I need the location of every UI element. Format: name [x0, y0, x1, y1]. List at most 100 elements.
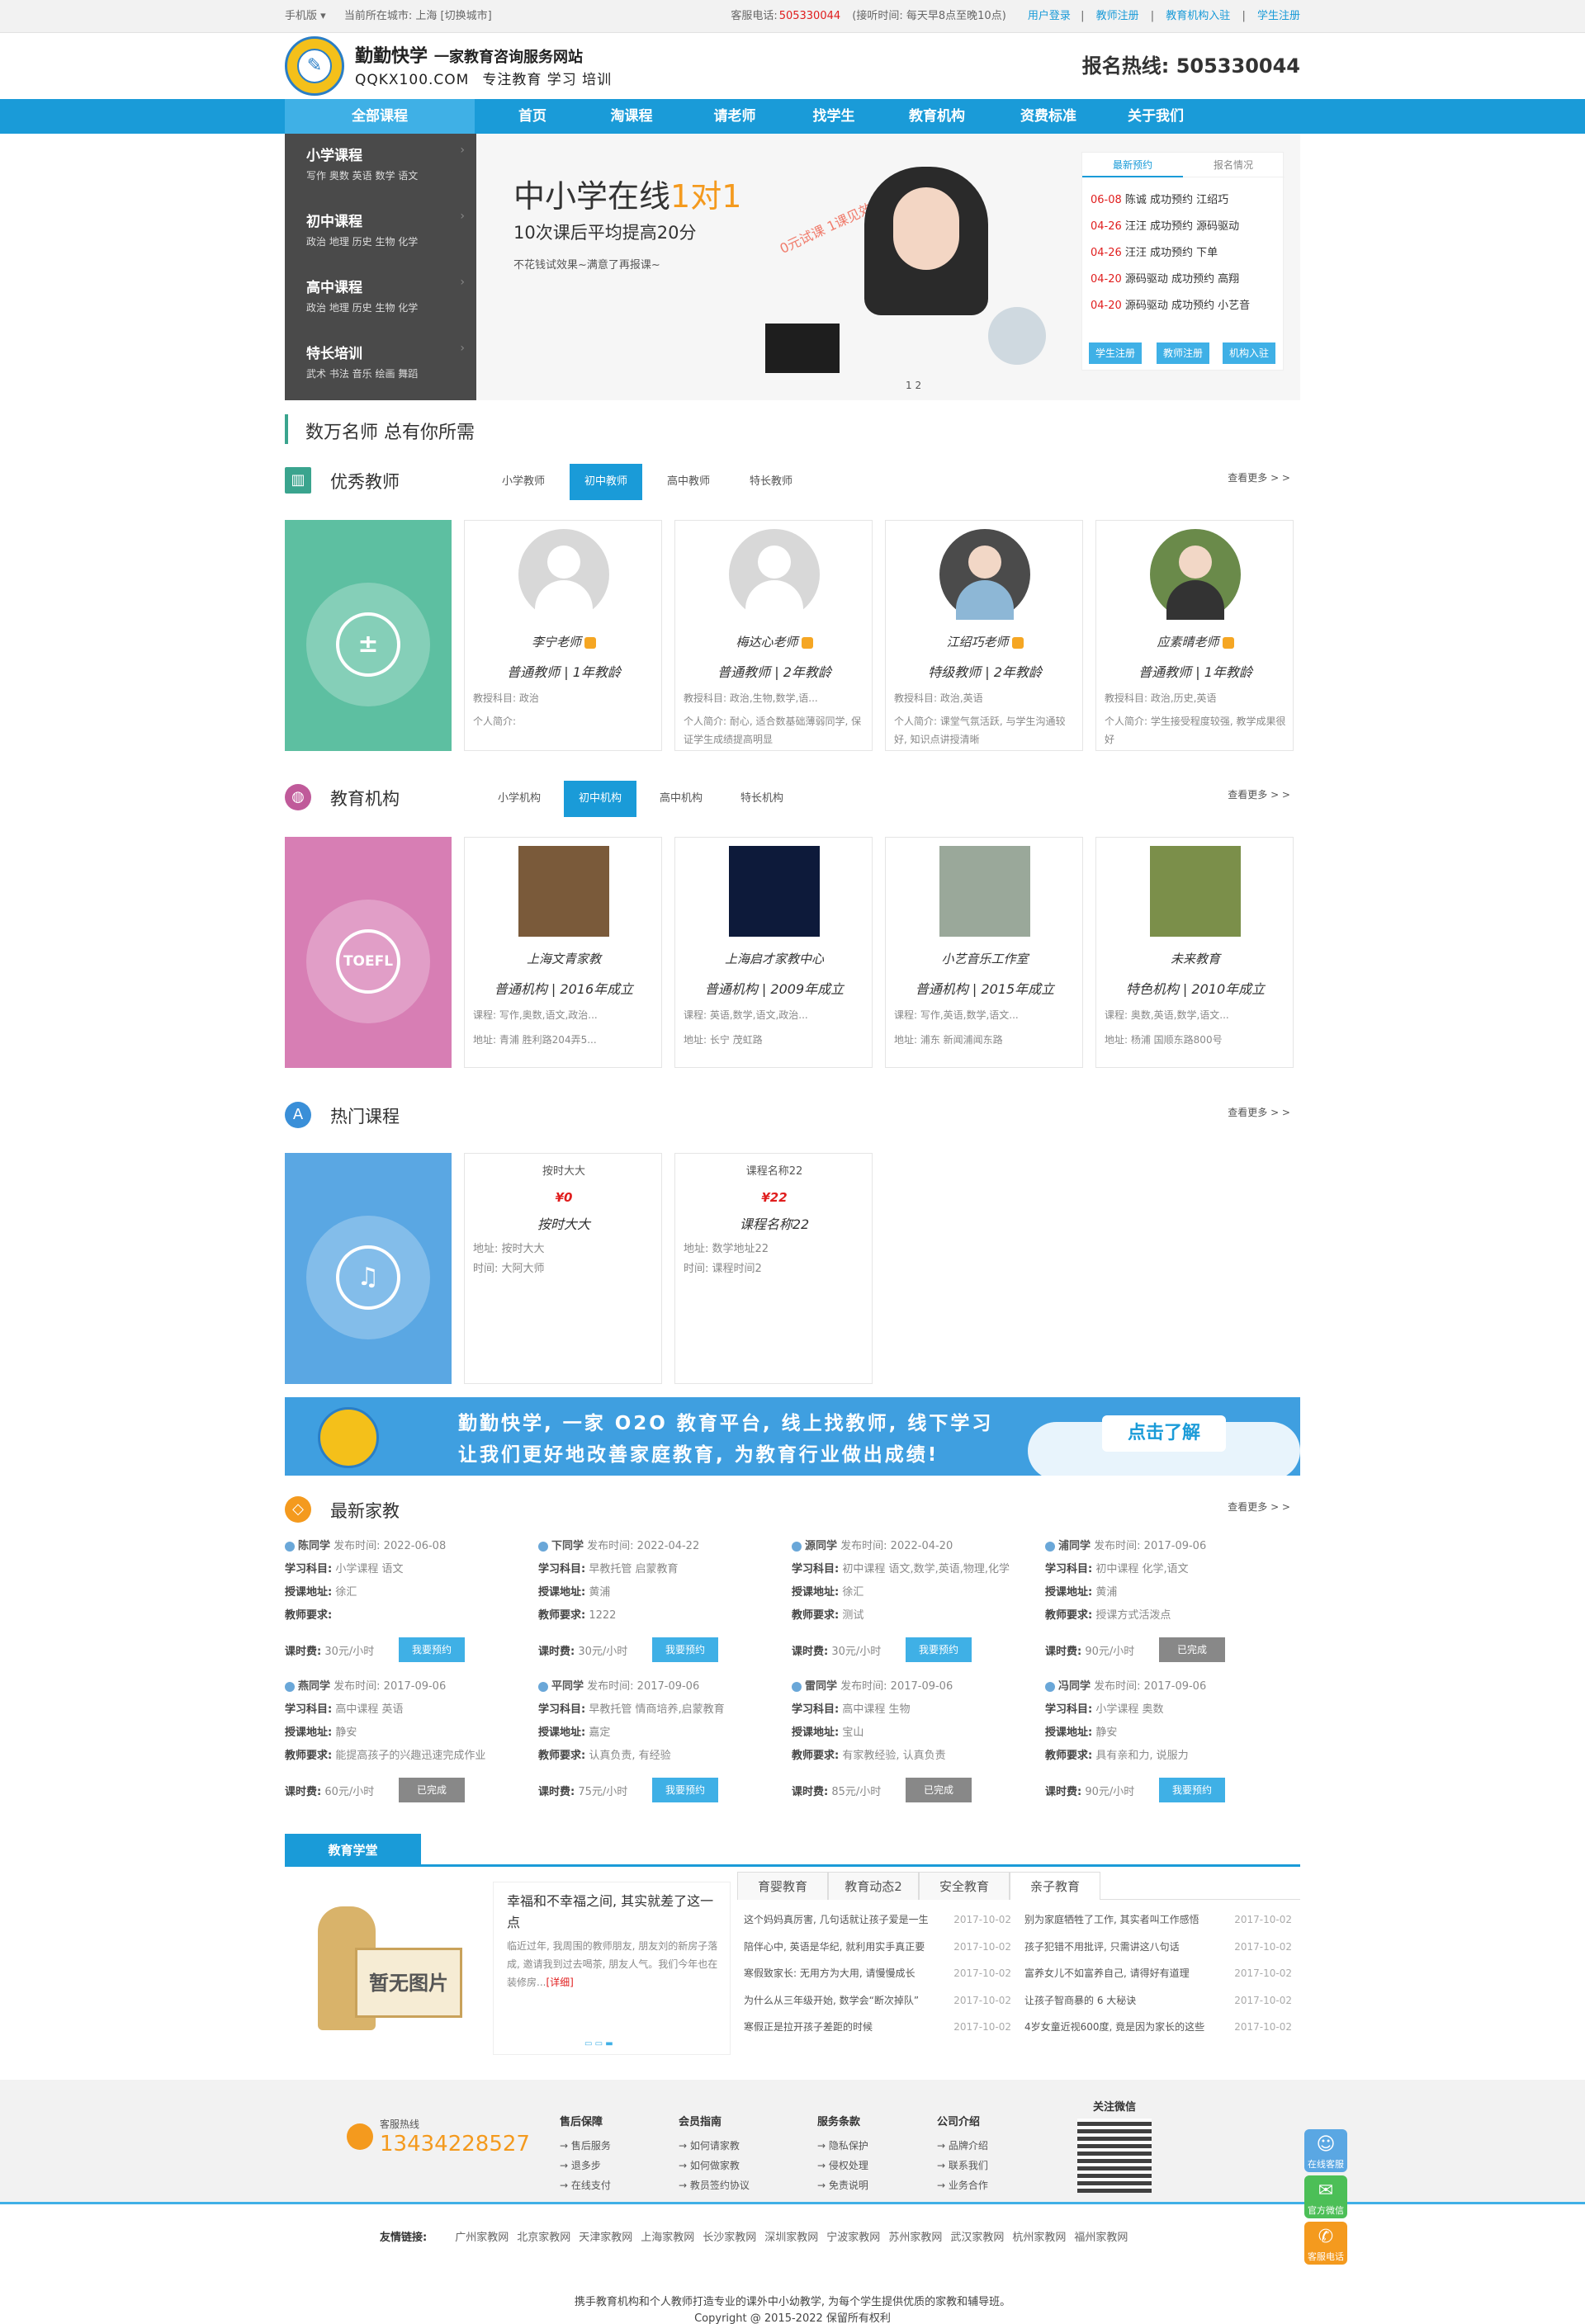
org-card[interactable]: 未来教育 特色机构 | 2010年成立 课程: 奥数,英语,数学,语文... 地…	[1095, 837, 1294, 1068]
org-card[interactable]: 上海文青家教 普通机构 | 2016年成立 课程: 写作,奥数,语文,政治...…	[464, 837, 662, 1068]
article-link[interactable]: 富养女儿不如富养自己, 请得好有道理	[1024, 1967, 1190, 1979]
learn-more-button[interactable]: 点击了解	[1102, 1415, 1226, 1452]
tab-primary-orgs[interactable]: 小学机构	[483, 781, 556, 817]
book-button[interactable]: 我要预约	[399, 1637, 465, 1662]
nav-about[interactable]: 关于我们	[1102, 99, 1209, 134]
student-register-link[interactable]: 学生注册	[1257, 10, 1300, 22]
carousel-dots[interactable]: ▭ ▭ ▬	[584, 2039, 613, 2048]
switch-city-link[interactable]: [切换城市]	[441, 10, 492, 22]
friend-link[interactable]: 长沙家教网	[703, 2232, 756, 2244]
tab-junior-teachers[interactable]: 初中教师	[570, 464, 643, 500]
teacher-card[interactable]: 江绍巧老师 特级教师 | 2年教龄 教授科目: 政治,英语 个人简介: 课堂气氛…	[885, 520, 1083, 751]
article-title[interactable]: 幸福和不幸福之间, 其实就差了这一点	[507, 1891, 722, 1934]
category-subjects[interactable]: 政治 地理 历史 生物 化学	[306, 234, 418, 248]
friend-link[interactable]: 杭州家教网	[1012, 2232, 1066, 2244]
friend-link[interactable]: 上海家教网	[641, 2232, 694, 2244]
article-more-link[interactable]: [详细]	[546, 1977, 573, 1988]
category-primary[interactable]: 小学课程 写作 奥数 英语 数学 语文 ›	[285, 134, 476, 200]
article-item[interactable]: 这个妈妈真厉害, 几句话就让孩子爱是一生 2017-10-02	[744, 1906, 1016, 1934]
footer-link[interactable]: → 品牌介绍	[937, 2136, 988, 2156]
book-button[interactable]: 我要预约	[652, 1778, 718, 1802]
article-item[interactable]: 寒假致家长: 无用方为大用, 请慢慢成长 2017-10-02	[744, 1960, 1016, 1987]
article-link[interactable]: 为什么从三年级开始, 数学会“断次掉队”	[744, 1995, 919, 2006]
category-subjects[interactable]: 武术 书法 音乐 绘画 舞蹈	[306, 366, 418, 380]
login-link[interactable]: 用户登录	[1028, 10, 1071, 22]
footer-link[interactable]: → 隐私保护	[817, 2136, 868, 2156]
article-item[interactable]: 让孩子智商暴的 6 大秘诀 2017-10-02	[1024, 1987, 1297, 2015]
float-online-service[interactable]: ☺ 在线客服	[1304, 2129, 1347, 2172]
tab-special-teachers[interactable]: 特长教师	[735, 464, 807, 500]
category-junior[interactable]: 初中课程 政治 地理 历史 生物 化学 ›	[285, 200, 476, 266]
org-card[interactable]: 上海启才家教中心 普通机构 | 2009年成立 课程: 英语,数学,语文,政治.…	[674, 837, 873, 1068]
course-card[interactable]: 按时大大 ¥0 按时大大 地址: 按时大大 时间: 大阿大师	[464, 1153, 662, 1384]
friend-link[interactable]: 苏州家教网	[888, 2232, 942, 2244]
category-subjects[interactable]: 写作 奥数 英语 数学 语文	[306, 168, 418, 182]
tab-senior-orgs[interactable]: 高中机构	[645, 781, 717, 817]
tab-latest-bookings[interactable]: 最新预约	[1082, 153, 1183, 177]
nav-find-student[interactable]: 找学生	[788, 99, 879, 134]
orgs-more-link[interactable]: 查看更多 > >	[1228, 787, 1290, 801]
tab-primary-teachers[interactable]: 小学教师	[487, 464, 560, 500]
footer-link[interactable]: → 售后服务	[560, 2136, 611, 2156]
site-logo[interactable]: ✎	[285, 36, 344, 96]
float-wechat[interactable]: ✉ 官方微信	[1304, 2175, 1347, 2218]
article-item[interactable]: 孩子犯错不用批评, 只需讲这八句话 2017-10-02	[1024, 1934, 1297, 1961]
tab-junior-orgs[interactable]: 初中机构	[564, 781, 637, 817]
friend-link[interactable]: 武汉家教网	[950, 2232, 1004, 2244]
article-link[interactable]: 别为家庭牺牲了工作, 其实者叫工作感悟	[1024, 1914, 1199, 1925]
category-senior[interactable]: 高中课程 政治 地理 历史 生物 化学 ›	[285, 266, 476, 332]
org-join-link[interactable]: 教育机构入驻	[1166, 10, 1230, 22]
footer-link[interactable]: → 免责说明	[817, 2175, 868, 2195]
footer-link[interactable]: → 如何请家教	[679, 2136, 750, 2156]
jobs-more-link[interactable]: 查看更多 > >	[1228, 1500, 1290, 1514]
category-subjects[interactable]: 政治 地理 历史 生物 化学	[306, 300, 418, 314]
nav-find-teacher[interactable]: 请老师	[689, 99, 780, 134]
teachers-more-link[interactable]: 查看更多 > >	[1228, 470, 1290, 484]
book-button[interactable]: 我要预约	[906, 1637, 972, 1662]
article-link[interactable]: 这个妈妈真厉害, 几句话就让孩子爱是一生	[744, 1914, 929, 1925]
article-item[interactable]: 别为家庭牺牲了工作, 其实者叫工作感悟 2017-10-02	[1024, 1906, 1297, 1934]
article-item[interactable]: 为什么从三年级开始, 数学会“断次掉队” 2017-10-02	[744, 1987, 1016, 2015]
friend-link[interactable]: 宁波家教网	[826, 2232, 880, 2244]
footer-link[interactable]: → 侵权处理	[817, 2156, 868, 2175]
featured-article[interactable]: 幸福和不幸福之间, 其实就差了这一点 临近过年, 我周围的教师朋友, 朋友刘的新…	[493, 1882, 731, 2055]
tab-registration-status[interactable]: 报名情况	[1183, 153, 1284, 177]
course-card[interactable]: 课程名称22 ¥22 课程名称22 地址: 数学地址22 时间: 课程时间2	[674, 1153, 873, 1384]
friend-link[interactable]: 天津家教网	[579, 2232, 632, 2244]
article-link[interactable]: 寒假正是拉开孩子差距的时候	[744, 2021, 873, 2033]
org-join-button[interactable]: 机构入驻	[1223, 342, 1276, 364]
tab-edu-news[interactable]: 教育动态2	[828, 1872, 919, 1900]
teacher-register-link[interactable]: 教师注册	[1096, 10, 1139, 22]
tab-parent-child-edu[interactable]: 亲子教育	[1010, 1872, 1100, 1900]
article-item[interactable]: 4岁女童近视600度, 竟是因为家长的这些 2017-10-02	[1024, 2014, 1297, 2041]
friend-link[interactable]: 北京家教网	[517, 2232, 570, 2244]
nav-courses[interactable]: 淘课程	[586, 99, 677, 134]
article-link[interactable]: 陪伴心中, 英语是华纪, 就利用实手真正要	[744, 1941, 925, 1953]
friend-link[interactable]: 广州家教网	[455, 2232, 509, 2244]
teacher-register-button[interactable]: 教师注册	[1157, 342, 1210, 364]
article-item[interactable]: 寒假正是拉开孩子差距的时候 2017-10-02	[744, 2014, 1016, 2041]
teacher-card[interactable]: 李宁老师 普通教师 | 1年教龄 教授科目: 政治 个人简介:	[464, 520, 662, 751]
article-link[interactable]: 4岁女童近视600度, 竟是因为家长的这些	[1024, 2021, 1204, 2033]
promo-banner[interactable]: 勤勤快学, 一家 O2O 教育平台, 线上找教师, 线下学习 让我们更好地改善家…	[285, 1397, 1300, 1476]
article-item[interactable]: 陪伴心中, 英语是华纪, 就利用实手真正要 2017-10-02	[744, 1934, 1016, 1961]
footer-link[interactable]: → 如何做家教	[679, 2156, 750, 2175]
friend-link[interactable]: 福州家教网	[1074, 2232, 1128, 2244]
tab-special-orgs[interactable]: 特长机构	[726, 781, 798, 817]
footer-link[interactable]: → 在线支付	[560, 2175, 611, 2195]
article-item[interactable]: 富养女儿不如富养自己, 请得好有道理 2017-10-02	[1024, 1960, 1297, 1987]
friend-link[interactable]: 深圳家教网	[764, 2232, 818, 2244]
footer-link[interactable]: → 业务合作	[937, 2175, 988, 2195]
nav-institutions[interactable]: 教育机构	[879, 99, 995, 134]
tab-safety-edu[interactable]: 安全教育	[919, 1872, 1010, 1900]
category-special[interactable]: 特长培训 武术 书法 音乐 绘画 舞蹈 ›	[285, 332, 476, 398]
article-link[interactable]: 让孩子智商暴的 6 大秘诀	[1024, 1995, 1136, 2006]
courses-more-link[interactable]: 查看更多 > >	[1228, 1105, 1290, 1119]
tab-senior-teachers[interactable]: 高中教师	[652, 464, 725, 500]
tab-infant-edu[interactable]: 育婴教育	[737, 1872, 828, 1900]
mobile-version-link[interactable]: 手机版 ▾	[285, 10, 326, 22]
teacher-card[interactable]: 应素晴老师 普通教师 | 1年教龄 教授科目: 政治,历史,英语 个人简介: 学…	[1095, 520, 1294, 751]
article-link[interactable]: 寒假致家长: 无用方为大用, 请慢慢成长	[744, 1967, 916, 1979]
footer-link[interactable]: → 退多步	[560, 2156, 611, 2175]
nav-all-courses[interactable]: 全部课程	[285, 99, 475, 134]
